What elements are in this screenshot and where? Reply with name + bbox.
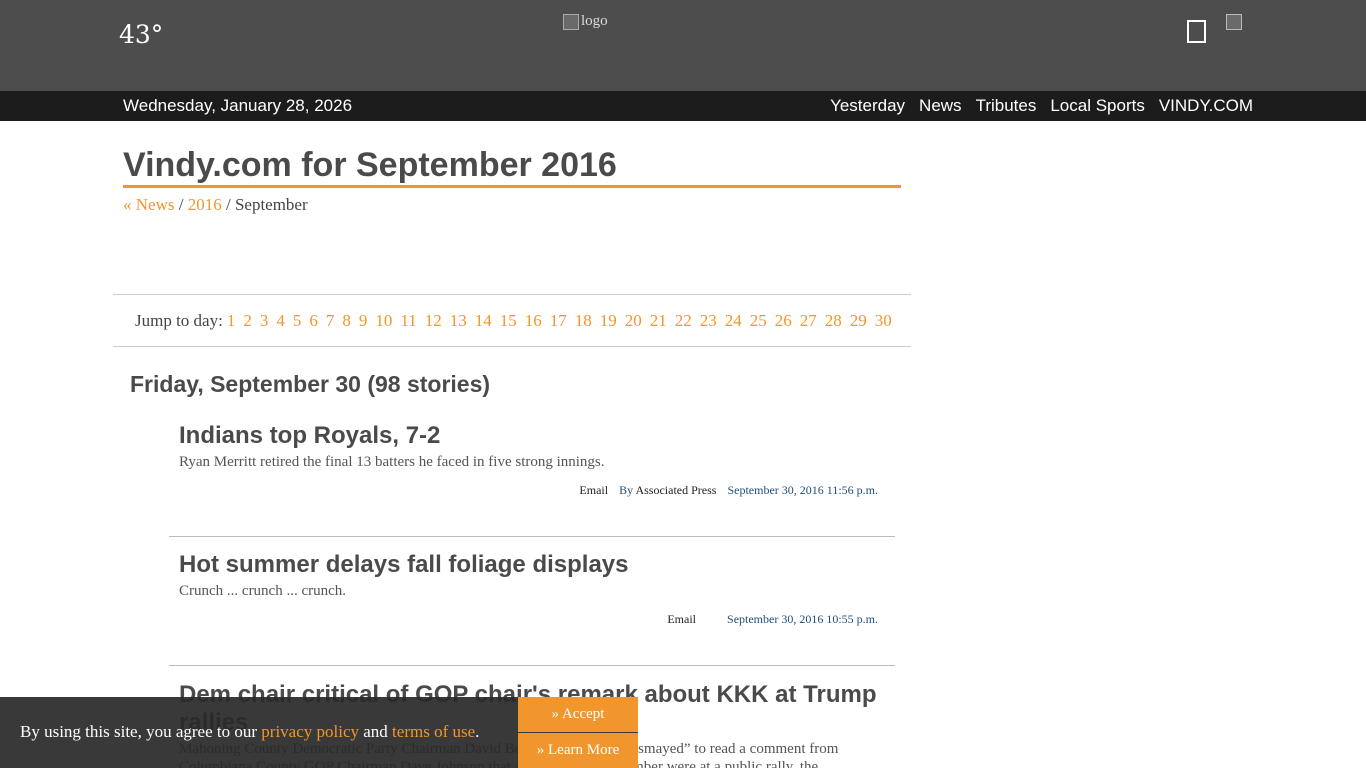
day-link-5[interactable]: 5: [293, 311, 302, 331]
day-link-2[interactable]: 2: [243, 311, 252, 331]
account-image-icon[interactable]: [1226, 14, 1242, 30]
day-link-19[interactable]: 19: [600, 311, 617, 331]
broken-image-icon: [563, 13, 579, 30]
day-links: 1 2 3 4 5 6 7 8 9 10 11 12 13 14 15 16 17 18 19 20 21 22 23 24 2…: [227, 311, 900, 331]
day-link-8[interactable]: 8: [342, 311, 351, 331]
breadcrumb-news-link[interactable]: « News: [123, 195, 174, 214]
story-author: Associated Press: [635, 483, 717, 497]
story-meta: Email September 30, 2016 10:55 p.m.: [169, 612, 895, 627]
story-title-link[interactable]: Hot summer delays fall foliage displays: [179, 551, 895, 579]
day-link-15[interactable]: 15: [500, 311, 517, 331]
day-link-3[interactable]: 3: [260, 311, 269, 331]
accept-button[interactable]: » Accept: [518, 697, 638, 732]
day-link-23[interactable]: 23: [700, 311, 717, 331]
day-link-26[interactable]: 26: [775, 311, 792, 331]
day-link-18[interactable]: 18: [575, 311, 592, 331]
nav-link-vindy[interactable]: VINDY.COM: [1159, 96, 1253, 116]
day-heading: Friday, September 30 (98 stories): [130, 371, 491, 397]
weather-temperature[interactable]: 43°: [119, 20, 163, 49]
story-timestamp: September 30, 2016 10:55 p.m.: [727, 612, 878, 626]
day-link-7[interactable]: 7: [326, 311, 335, 331]
terms-of-use-link[interactable]: terms of use: [392, 722, 475, 741]
nav-links: Yesterday News Tributes Local Sports VIN…: [830, 96, 1253, 116]
nav-link-local-sports[interactable]: Local Sports: [1050, 96, 1145, 116]
jump-to-day-bar: Jump to day: 1 2 3 4 5 6 7 8 9 10 11 12 13 14 15 16 17 18…: [113, 294, 911, 347]
day-link-30[interactable]: 30: [875, 311, 892, 331]
day-link-13[interactable]: 13: [450, 311, 467, 331]
day-link-6[interactable]: 6: [309, 311, 318, 331]
breadcrumb-separator: /: [174, 195, 188, 214]
learn-more-button[interactable]: » Learn More: [518, 733, 638, 768]
nav-link-tributes[interactable]: Tributes: [976, 96, 1037, 116]
breadcrumb-separator: /: [221, 195, 235, 214]
cookie-text-prefix: By using this site, you agree to our: [20, 722, 262, 741]
day-link-9[interactable]: 9: [359, 311, 368, 331]
nav-link-yesterday[interactable]: Yesterday: [830, 96, 905, 116]
day-link-10[interactable]: 10: [375, 311, 392, 331]
day-link-22[interactable]: 22: [675, 311, 692, 331]
logo-alt-text: logo: [581, 13, 608, 29]
breadcrumb-year-link[interactable]: 2016: [188, 195, 222, 214]
email-story-link[interactable]: Email: [579, 483, 608, 498]
day-link-28[interactable]: 28: [825, 311, 842, 331]
breadcrumb-current: September: [234, 195, 308, 214]
day-link-27[interactable]: 27: [800, 311, 817, 331]
story-meta: Email By Associated Press September 30, …: [169, 483, 895, 498]
day-link-29[interactable]: 29: [850, 311, 867, 331]
menu-icon[interactable]: [1187, 20, 1206, 43]
day-link-17[interactable]: 17: [550, 311, 567, 331]
day-link-4[interactable]: 4: [276, 311, 285, 331]
site-logo[interactable]: logo: [563, 13, 608, 30]
day-link-21[interactable]: 21: [650, 311, 667, 331]
byline-prefix: By: [619, 483, 634, 497]
cookie-message: By using this site, you agree to our pri…: [20, 722, 479, 742]
day-link-25[interactable]: 25: [750, 311, 767, 331]
email-story-link[interactable]: Email: [667, 612, 696, 627]
cookie-text-suffix: .: [475, 722, 480, 741]
day-link-14[interactable]: 14: [475, 311, 492, 331]
story-teaser: Ryan Merritt retired the final 13 batter…: [179, 454, 605, 470]
breadcrumb: « News / 2016 / September: [123, 195, 308, 215]
story-timestamp: September 30, 2016 11:56 p.m.: [727, 483, 878, 497]
cookie-text-and: and: [359, 722, 393, 741]
jump-label: Jump to day:: [135, 310, 223, 330]
story-byline: By Associated Press: [619, 483, 716, 498]
day-link-11[interactable]: 11: [400, 311, 416, 331]
top-header: 43° logo: [0, 0, 1366, 91]
day-link-12[interactable]: 12: [425, 311, 442, 331]
day-link-1[interactable]: 1: [227, 311, 236, 331]
story-item: Hot summer delays fall foliage displays …: [169, 551, 895, 666]
day-link-24[interactable]: 24: [725, 311, 742, 331]
page-title: Vindy.com for September 2016: [123, 145, 901, 188]
current-date: Wednesday, January 28, 2026: [123, 96, 353, 115]
story-teaser: Crunch ... crunch ... crunch.: [179, 583, 347, 599]
cookie-consent-banner: By using this site, you agree to our pri…: [0, 697, 638, 768]
privacy-policy-link[interactable]: privacy policy: [261, 722, 359, 741]
nav-bar: Wednesday, January 28, 2026 Yesterday Ne…: [0, 91, 1366, 121]
story-title-link[interactable]: Indians top Royals, 7-2: [179, 422, 895, 450]
nav-link-news[interactable]: News: [919, 96, 962, 116]
day-link-20[interactable]: 20: [625, 311, 642, 331]
day-link-16[interactable]: 16: [525, 311, 542, 331]
story-item: Indians top Royals, 7-2 Ryan Merritt ret…: [169, 422, 895, 537]
